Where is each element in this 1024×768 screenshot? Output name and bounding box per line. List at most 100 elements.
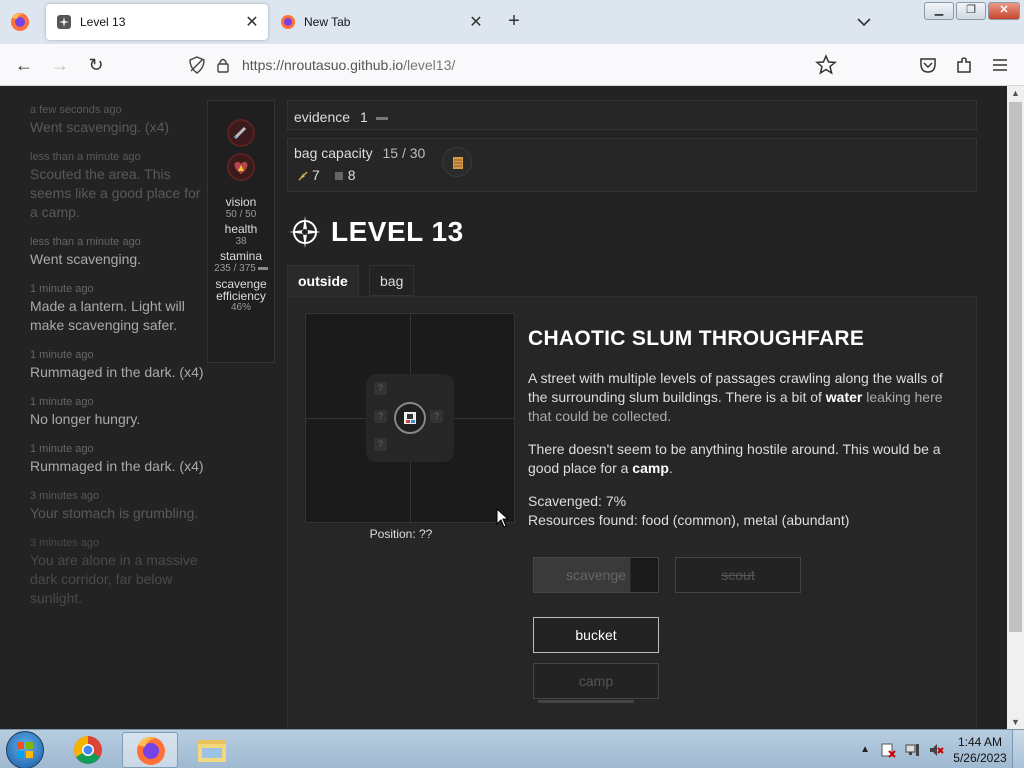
sector-map[interactable]: ? ? ? ? bbox=[305, 313, 515, 523]
evidence-bar: evidence 1 bbox=[287, 100, 977, 130]
unknown-sector-cell: ? bbox=[374, 410, 387, 423]
sector-hostility: There doesn't seem to be anything hostil… bbox=[528, 440, 958, 478]
close-tab-icon[interactable]: ✕ bbox=[240, 12, 264, 32]
maximize-button[interactable]: ❐ bbox=[956, 2, 986, 20]
tab-outside[interactable]: outside bbox=[287, 265, 359, 296]
log-text: Went scavenging. bbox=[30, 251, 142, 267]
log-text: You are alone in a massive dark corridor… bbox=[30, 552, 198, 606]
tab-title: Level 13 bbox=[80, 15, 126, 29]
log-text: Your stomach is grumbling. bbox=[30, 505, 199, 521]
show-desktop-button[interactable] bbox=[1012, 730, 1024, 768]
bag-used: 15 bbox=[382, 145, 399, 161]
firefox-favicon-icon bbox=[281, 15, 295, 29]
game-page: a few seconds ago Went scavenging. (x4) … bbox=[0, 86, 1024, 729]
scavenge-efficiency-label: scavenge efficiency bbox=[215, 277, 267, 303]
stamina-value: 235 / 375 bbox=[214, 263, 256, 274]
log-entry: a few seconds ago Went scavenging. (x4) bbox=[30, 104, 212, 137]
close-window-button[interactable]: ✕ bbox=[988, 2, 1020, 20]
windows-taskbar: ▲ 1:44 AM 5/26/2023 bbox=[0, 729, 1024, 768]
log-entry: 1 minute ago No longer hungry. bbox=[30, 396, 212, 429]
log-text: Rummaged in the dark. (x4) bbox=[30, 364, 204, 380]
page-scrollbar[interactable]: ▲ ▼ bbox=[1007, 86, 1024, 729]
explorer-taskbar-button[interactable] bbox=[184, 732, 240, 768]
browser-tab-bar: Level 13 ✕ New Tab ✕ + ▁ ❐ ✕ bbox=[0, 0, 1024, 44]
perk-lantern-icon[interactable] bbox=[227, 119, 255, 147]
bag-icon[interactable] bbox=[442, 147, 472, 177]
firefox-taskbar-button[interactable] bbox=[122, 732, 178, 768]
compass-icon bbox=[289, 216, 321, 248]
perk-health-warning-icon[interactable] bbox=[227, 153, 255, 181]
minimize-button[interactable]: ▁ bbox=[924, 2, 954, 20]
start-button[interactable] bbox=[6, 731, 44, 768]
scroll-down-icon[interactable]: ▼ bbox=[1011, 717, 1020, 727]
firefox-menu-icon[interactable] bbox=[8, 10, 32, 34]
stamina-label: stamina bbox=[219, 249, 263, 263]
log-entry: 3 minutes ago Your stomach is grumbling. bbox=[30, 490, 212, 523]
close-tab-icon[interactable]: ✕ bbox=[464, 12, 488, 32]
show-hidden-icons-icon[interactable]: ▲ bbox=[860, 744, 870, 755]
level13-favicon-icon bbox=[57, 15, 71, 29]
chrome-taskbar-button[interactable] bbox=[60, 732, 116, 768]
map-position-text: Position: ?? bbox=[369, 527, 433, 541]
log-entry: less than a minute ago Went scavenging. bbox=[30, 236, 212, 269]
forward-button[interactable]: → bbox=[48, 53, 72, 77]
url-bar[interactable]: https://nroutasuo.github.io/level13/ bbox=[182, 49, 846, 81]
system-tray: ▲ 1:44 AM 5/26/2023 bbox=[860, 730, 1024, 768]
stamina-row: 235 / 375 bbox=[208, 263, 274, 274]
scrollbar-thumb[interactable] bbox=[1009, 102, 1022, 632]
log-time: less than a minute ago bbox=[30, 151, 141, 163]
bag-capacity-label: bag capacity bbox=[294, 145, 373, 161]
tab-bag[interactable]: bag bbox=[369, 265, 415, 296]
unknown-sector-cell: ? bbox=[374, 382, 387, 395]
volume-muted-icon[interactable] bbox=[928, 742, 944, 758]
food-icon[interactable] bbox=[298, 171, 308, 181]
water-keyword: water bbox=[825, 389, 863, 405]
back-button[interactable]: ← bbox=[12, 53, 36, 77]
log-entry: 1 minute ago Made a lantern. Light will … bbox=[30, 283, 212, 335]
bucket-button[interactable]: bucket bbox=[533, 617, 659, 653]
bookmark-star-icon[interactable] bbox=[814, 53, 838, 77]
action-center-icon[interactable] bbox=[880, 742, 896, 758]
network-icon[interactable] bbox=[904, 742, 920, 758]
chevron-down-icon[interactable] bbox=[852, 12, 876, 32]
tab-title: New Tab bbox=[304, 15, 351, 29]
sector-scavenged: Scavenged: 7% bbox=[528, 493, 627, 509]
scout-button[interactable]: scout bbox=[675, 557, 801, 593]
level-title: LEVEL 13 bbox=[331, 216, 464, 247]
evidence-label: evidence bbox=[294, 109, 351, 125]
bag-bar: bag capacity 15 / 30 7 8 bbox=[287, 138, 977, 192]
tracking-protection-icon[interactable] bbox=[188, 56, 206, 74]
reload-button[interactable]: ↻ bbox=[84, 53, 108, 77]
player-stats-panel: vision 50 / 50 health 38 stamina 235 / 3… bbox=[207, 100, 275, 363]
camp-progress-bar bbox=[538, 700, 634, 703]
log-entry: 1 minute ago Rummaged in the dark. (x4) bbox=[30, 349, 212, 382]
hamburger-menu-icon[interactable] bbox=[990, 55, 1010, 75]
mouse-cursor-icon bbox=[496, 508, 510, 528]
tab-level13[interactable]: Level 13 ✕ bbox=[46, 4, 268, 40]
log-text: Scouted the area. This seems like a good… bbox=[30, 166, 201, 220]
tab-new-tab[interactable]: New Tab ✕ bbox=[270, 4, 492, 40]
new-tab-button[interactable]: + bbox=[502, 10, 526, 34]
bag-separator: / bbox=[401, 145, 406, 161]
log-entry: 1 minute ago Rummaged in the dark. (x4) bbox=[30, 443, 212, 476]
sector-resources-found: Resources found: food (common), metal (a… bbox=[528, 512, 850, 528]
health-label: health bbox=[224, 222, 258, 236]
pocket-icon[interactable] bbox=[918, 55, 938, 75]
unknown-sector-cell: ? bbox=[430, 410, 443, 423]
log-time: 1 minute ago bbox=[30, 349, 94, 361]
camp-keyword: camp bbox=[632, 460, 669, 476]
log-text: Made a lantern. Light will make scavengi… bbox=[30, 298, 185, 333]
player-position-icon bbox=[394, 402, 426, 434]
lock-icon[interactable] bbox=[216, 57, 230, 73]
metal-icon[interactable] bbox=[334, 171, 344, 181]
scavenge-button[interactable]: scavenge bbox=[533, 557, 659, 593]
camp-button[interactable]: camp bbox=[533, 663, 659, 699]
extensions-icon[interactable] bbox=[954, 55, 974, 75]
bag-capacity-row: bag capacity 15 / 30 bbox=[294, 145, 970, 161]
evidence-value: 1 bbox=[359, 109, 368, 125]
url-host: https://nroutasuo.github.io bbox=[242, 57, 404, 73]
scroll-up-icon[interactable]: ▲ bbox=[1011, 88, 1020, 98]
clock[interactable]: 1:44 AM 5/26/2023 bbox=[948, 734, 1012, 766]
level-header: LEVEL 13 bbox=[287, 214, 464, 250]
stamina-bar bbox=[257, 266, 268, 270]
